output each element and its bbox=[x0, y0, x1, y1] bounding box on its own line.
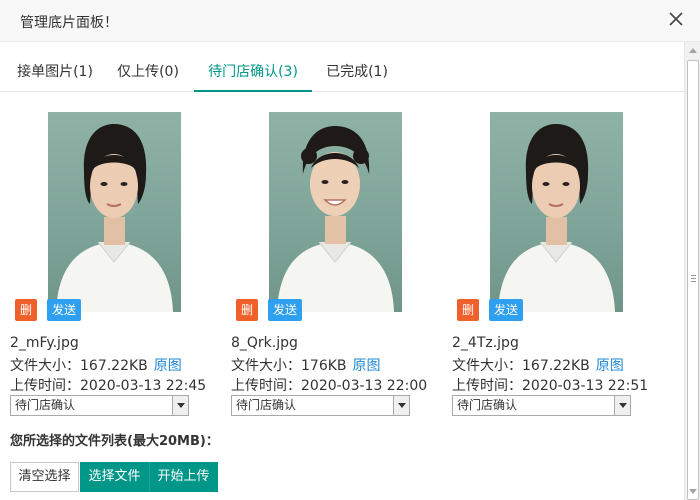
tab-pending-store[interactable]: 待门店确认(3) bbox=[194, 54, 312, 92]
upload-time: 上传时间：2020-03-13 22:51 bbox=[452, 378, 649, 394]
start-upload-button[interactable]: 开始上传 bbox=[149, 462, 218, 492]
send-button[interactable]: 发送 bbox=[489, 299, 523, 321]
file-name: 8_Qrk.jpg bbox=[231, 335, 298, 351]
status-select[interactable]: 待门店确认 bbox=[231, 395, 410, 416]
original-image-link[interactable]: 原图 bbox=[154, 358, 182, 374]
photo-thumbnail[interactable] bbox=[490, 112, 623, 312]
file-size: 文件大小：176KB 原图 bbox=[231, 355, 381, 375]
original-image-link[interactable]: 原图 bbox=[353, 358, 381, 374]
file-name: 2_4Tz.jpg bbox=[452, 335, 519, 351]
dialog-header: 管理底片面板！ bbox=[0, 0, 700, 42]
send-button[interactable]: 发送 bbox=[47, 299, 81, 321]
delete-button[interactable]: 删 bbox=[236, 299, 258, 321]
tab-received[interactable]: 接单图片(1) bbox=[10, 54, 100, 92]
file-name: 2_mFy.jpg bbox=[10, 335, 79, 351]
scroll-down-icon[interactable] bbox=[689, 489, 697, 494]
delete-button[interactable]: 删 bbox=[457, 299, 479, 321]
scrollbar-thumb[interactable] bbox=[687, 60, 699, 500]
original-image-link[interactable]: 原图 bbox=[596, 358, 624, 374]
delete-button[interactable]: 删 bbox=[15, 299, 37, 321]
status-select-value: 待门店确认 bbox=[457, 398, 518, 412]
file-size-label: 文件大小：167.22KB bbox=[452, 358, 590, 374]
scroll-up-icon[interactable] bbox=[689, 48, 697, 53]
chevron-down-icon[interactable] bbox=[614, 396, 630, 415]
chevron-down-icon[interactable] bbox=[393, 396, 409, 415]
dialog-title: 管理底片面板！ bbox=[20, 15, 118, 31]
file-size: 文件大小：167.22KB 原图 bbox=[10, 355, 182, 375]
status-select[interactable]: 待门店确认 bbox=[10, 395, 189, 416]
upload-time: 上传时间：2020-03-13 22:00 bbox=[231, 378, 428, 394]
file-list-title: 您所选择的文件列表(最大20MB)： bbox=[10, 434, 219, 449]
status-select-value: 待门店确认 bbox=[236, 398, 297, 412]
grip-icon bbox=[691, 275, 696, 282]
photo-thumbnail[interactable] bbox=[48, 112, 181, 312]
send-button[interactable]: 发送 bbox=[268, 299, 302, 321]
clear-selection-button[interactable]: 清空选择 bbox=[10, 462, 79, 492]
status-select-value: 待门店确认 bbox=[15, 398, 76, 412]
tab-completed[interactable]: 已完成(1) bbox=[318, 54, 396, 92]
file-size: 文件大小：167.22KB 原图 bbox=[452, 355, 624, 375]
vertical-scrollbar[interactable] bbox=[684, 42, 700, 500]
close-icon[interactable] bbox=[668, 11, 684, 27]
file-size-label: 文件大小：176KB bbox=[231, 358, 347, 374]
photo-thumbnail[interactable] bbox=[269, 112, 402, 312]
tab-uploaded-only[interactable]: 仅上传(0) bbox=[108, 54, 188, 92]
file-size-label: 文件大小：167.22KB bbox=[10, 358, 148, 374]
chevron-down-icon[interactable] bbox=[172, 396, 188, 415]
tab-bar: 接单图片(1) 仅上传(0) 待门店确认(3) 已完成(1) bbox=[0, 54, 684, 92]
upload-time: 上传时间：2020-03-13 22:45 bbox=[10, 378, 207, 394]
choose-file-button[interactable]: 选择文件 bbox=[80, 462, 149, 492]
status-select[interactable]: 待门店确认 bbox=[452, 395, 631, 416]
